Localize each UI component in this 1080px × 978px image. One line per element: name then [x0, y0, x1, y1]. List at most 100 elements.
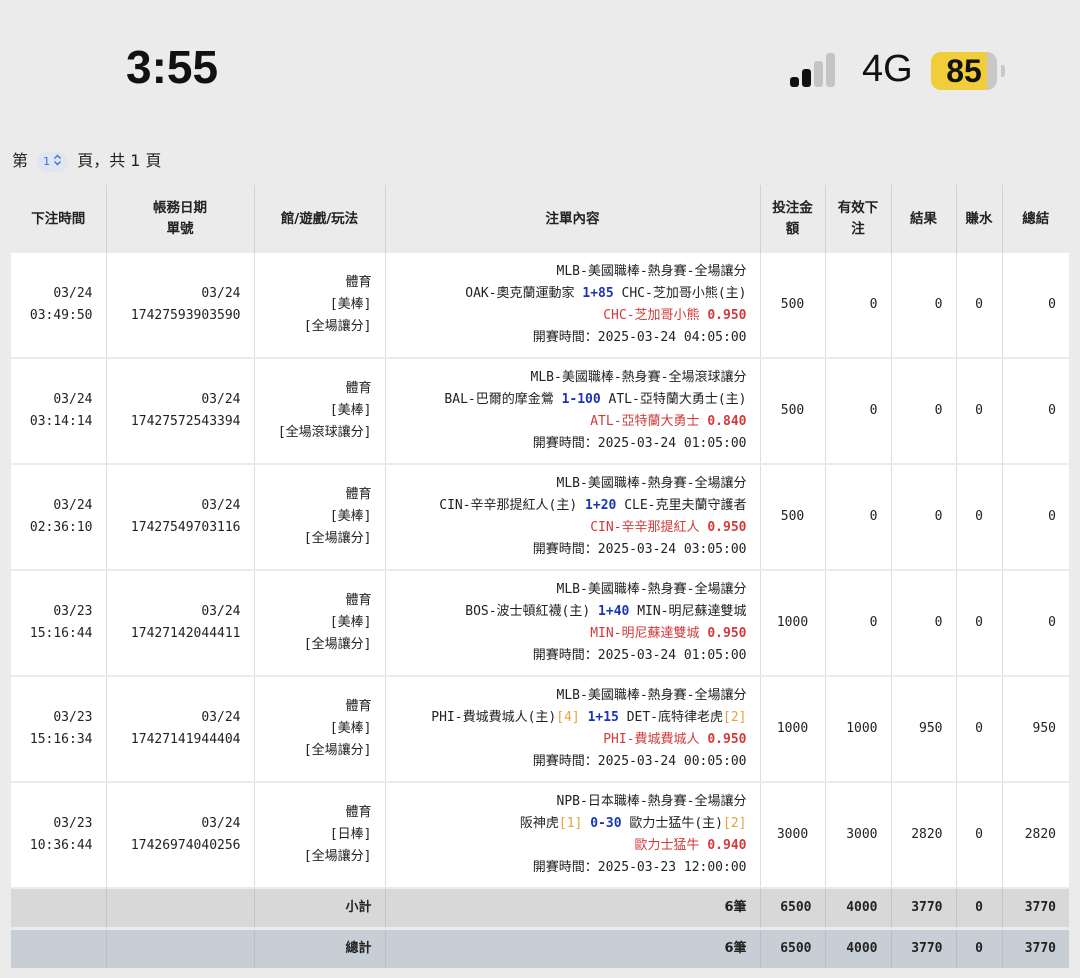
- team-a: CIN-辛辛那提紅人(主): [439, 498, 578, 513]
- rebate-value: 0: [955, 253, 1002, 359]
- rebate-value: 0: [955, 358, 1002, 465]
- odds: 0.950: [707, 626, 747, 641]
- chevron-updown-icon: [54, 154, 62, 165]
- game-name: [美棒]: [329, 721, 372, 736]
- page-select[interactable]: 1: [37, 151, 69, 172]
- grand-total-rebate: 0: [955, 928, 1002, 968]
- handicap: 1+15: [587, 710, 619, 725]
- venue-cell: 體育 [美棒] [全場滾球讓分]: [253, 358, 385, 465]
- bet-time-cell: 03/23 15:16:34: [11, 676, 106, 783]
- table-row: 03/24 03:49:50 03/24 17427593903590 體育 [美棒] [全…: [11, 253, 1069, 359]
- match-start-time: 開賽時間：2025-03-24 04:05:00: [532, 330, 747, 345]
- signal-bar: [790, 77, 799, 87]
- team-b: CHC-芝加哥小熊(主): [621, 286, 747, 301]
- total-value: 0: [1001, 464, 1069, 571]
- bet-content-cell: MLB-美國職棒-熱身賽-全場讓分 PHI-費城費城人(主)[4] 1+15 DE…: [384, 676, 760, 783]
- header-account-date: 帳務日期 單號: [105, 185, 254, 253]
- account-date: 03/24: [201, 498, 241, 513]
- handicap: 0-30: [590, 816, 622, 831]
- play-type: [全場讓分]: [303, 849, 372, 864]
- result-value: 0: [890, 464, 956, 571]
- handicap: 1-100: [561, 392, 601, 407]
- ticket-number[interactable]: 17427142044411: [131, 626, 241, 641]
- ticket-number[interactable]: 17426974040256: [131, 838, 241, 853]
- valid-bet: 0: [824, 464, 891, 571]
- ticket-number[interactable]: 17427572543394: [131, 414, 241, 429]
- grand-total-count: 6筆: [384, 928, 760, 968]
- subtotal-total: 3770: [1001, 888, 1069, 930]
- team-b-tag: [2]: [723, 710, 747, 725]
- game-name: [日棒]: [329, 827, 372, 842]
- total-value: 950: [1001, 676, 1069, 783]
- team-a-tag: [4]: [556, 710, 580, 725]
- bet-content-cell: MLB-美國職棒-熱身賽-全場讓分 BOS-波士頓紅襪(主) 1+40 MIN-明…: [384, 570, 760, 677]
- play-type: [全場滾球讓分]: [277, 425, 372, 440]
- match-start-time: 開賽時間：2025-03-24 03:05:00: [532, 542, 747, 557]
- bet-date: 03/23: [53, 710, 93, 725]
- league-name: MLB-美國職棒-熱身賽-全場讓分: [556, 688, 747, 703]
- bet-amount: 1000: [759, 676, 825, 783]
- team-b: 歐力士猛牛(主): [629, 816, 724, 831]
- bet-amount: 500: [759, 253, 825, 359]
- bet-content-cell: MLB-美國職棒-熱身賽-全場讓分 OAK-奧克蘭運動家 1+85 CHC-芝加哥…: [384, 253, 760, 359]
- picked-team: 歐力士猛牛: [634, 838, 700, 853]
- battery-icon: 85: [931, 52, 1009, 90]
- subtotal-row: 小計 6筆 6500 4000 3770 0 3770: [11, 888, 1069, 930]
- bet-amount: 3000: [759, 782, 825, 889]
- ticket-number[interactable]: 17427549703116: [131, 520, 241, 535]
- bet-clock: 15:16:34: [29, 732, 93, 747]
- result-value: 0: [890, 570, 956, 677]
- venue-name: 體育: [345, 593, 372, 608]
- odds: 0.940: [707, 838, 747, 853]
- cellular-signal-icon: [790, 53, 844, 87]
- bet-amount: 500: [759, 358, 825, 465]
- page-select-value: 1: [43, 154, 51, 168]
- grand-total-amount: 6500: [759, 928, 825, 968]
- game-name: [美棒]: [329, 403, 372, 418]
- valid-bet: 0: [824, 570, 891, 677]
- venue-name: 體育: [345, 275, 372, 290]
- venue-cell: 體育 [美棒] [全場讓分]: [253, 570, 385, 677]
- rebate-value: 0: [955, 782, 1002, 889]
- header-bet-time: 下注時間: [31, 210, 86, 227]
- bet-date: 03/23: [53, 604, 93, 619]
- bet-clock: 02:36:10: [29, 520, 93, 535]
- status-bar: 3:55 4G 85: [0, 0, 1080, 140]
- bet-content-cell: MLB-美國職棒-熱身賽-全場滾球讓分 BAL-巴爾的摩金鶯 1-100 ATL-…: [384, 358, 760, 465]
- table-row: 03/24 03:14:14 03/24 17427572543394 體育 [美棒] [全…: [11, 358, 1069, 465]
- table-header: 下注時間 帳務日期 單號 館/遊戲/玩法 注單內容 投注金額 有效下注 結果 賺水…: [11, 185, 1069, 253]
- league-name: MLB-美國職棒-熱身賽-全場滾球讓分: [530, 370, 747, 385]
- venue-cell: 體育 [美棒] [全場讓分]: [253, 676, 385, 783]
- team-b: CLE-克里夫蘭守護者: [624, 498, 747, 513]
- bet-clock: 03:14:14: [29, 414, 93, 429]
- header-amount: 投注金額: [759, 185, 825, 253]
- bet-date: 03/23: [53, 816, 93, 831]
- team-a: PHI-費城費城人(主): [431, 710, 557, 725]
- network-type: 4G: [862, 48, 913, 90]
- grand-total-total: 3770: [1001, 928, 1069, 968]
- account-cell: 03/24 17427549703116: [105, 464, 254, 571]
- account-date: 03/24: [201, 710, 241, 725]
- match-start-time: 開賽時間：2025-03-24 01:05:00: [532, 648, 747, 663]
- grand-total-valid: 4000: [824, 928, 891, 968]
- venue-cell: 體育 [美棒] [全場讓分]: [253, 464, 385, 571]
- picked-team: ATL-亞特蘭大勇士: [590, 414, 700, 429]
- bet-date: 03/24: [53, 498, 93, 513]
- grand-total-row: 總計 6筆 6500 4000 3770 0 3770: [11, 928, 1069, 968]
- pager-prefix: 第: [12, 151, 29, 170]
- ticket-number[interactable]: 17427141944404: [131, 732, 241, 747]
- account-date: 03/24: [201, 286, 241, 301]
- valid-bet: 3000: [824, 782, 891, 889]
- pagination: 第 1 頁，共 1 頁: [12, 150, 162, 172]
- venue-name: 體育: [345, 805, 372, 820]
- team-a-tag: [1]: [558, 816, 583, 831]
- team-b-tag: [2]: [723, 816, 747, 831]
- header-valid-bet: 有效下注: [824, 185, 891, 253]
- odds: 0.840: [707, 414, 747, 429]
- ticket-number[interactable]: 17427593903590: [131, 308, 241, 323]
- team-a: BOS-波士頓紅襪(主): [465, 604, 591, 619]
- venue-cell: 體育 [美棒] [全場讓分]: [253, 253, 385, 359]
- subtotal-rebate: 0: [955, 888, 1002, 930]
- account-cell: 03/24 17427142044411: [105, 570, 254, 677]
- play-type: [全場讓分]: [303, 743, 372, 758]
